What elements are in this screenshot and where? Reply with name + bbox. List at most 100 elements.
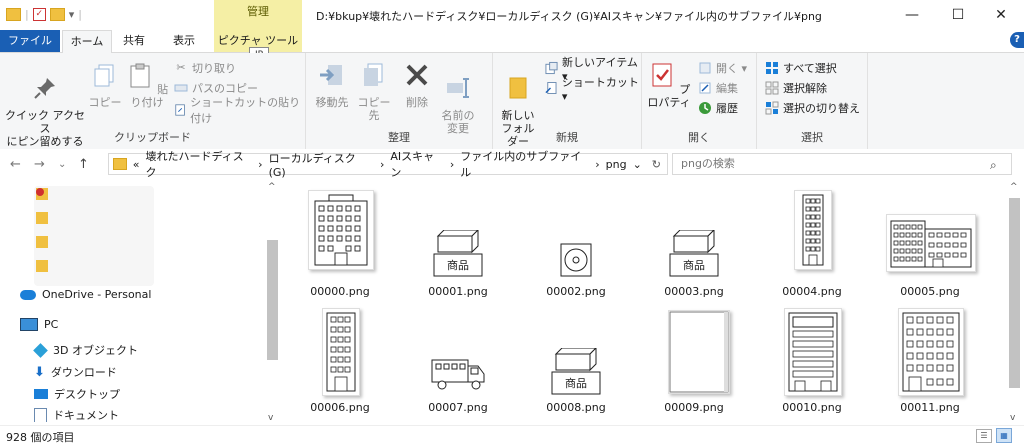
- file-tile[interactable]: 00005.png: [880, 180, 980, 302]
- tab-share[interactable]: 共有: [114, 30, 154, 52]
- tall-building-thumbnail: [322, 308, 360, 396]
- file-tile[interactable]: 00004.png: [762, 180, 862, 302]
- nav-scroll-thumb[interactable]: [267, 240, 278, 360]
- folder-icon[interactable]: [36, 212, 48, 224]
- large-icons-view-icon[interactable]: ▦: [996, 428, 1012, 443]
- properties-check-icon: [652, 63, 672, 87]
- product-label: 商品: [683, 259, 705, 272]
- file-tile[interactable]: 商品 00008.png: [526, 304, 626, 425]
- history-button[interactable]: 履歴: [698, 99, 738, 117]
- ribbon: クイック アクセス にピン留めする コピー 貼り付け ✂ 切り取り パスのコピー …: [0, 53, 1024, 150]
- quick-access-toolbar: | ✓ ▾ |: [6, 8, 82, 21]
- breadcrumb-png[interactable]: png: [606, 158, 627, 171]
- file-tile[interactable]: 商品 00003.png: [644, 180, 744, 302]
- folder-icon[interactable]: [36, 260, 48, 272]
- properties-button[interactable]: プロパティ: [646, 61, 692, 109]
- paste-button[interactable]: 貼り付け: [124, 61, 170, 109]
- select-none-button[interactable]: 選択解除: [765, 79, 827, 97]
- address-bar[interactable]: « 壊れたハードディスク › ローカルディスク (G) › AIスキャン › フ…: [108, 150, 668, 179]
- scissors-icon: ✂: [176, 61, 186, 74]
- qat-dropdown-icon[interactable]: ▾: [69, 8, 75, 21]
- cloud-icon: [20, 289, 36, 300]
- product-box-thumbnail: 商品: [662, 228, 726, 278]
- group-select: すべて選択 選択解除 選択の切り替え 選択: [757, 53, 868, 149]
- content-scrollbar[interactable]: ^ v: [1006, 180, 1023, 425]
- move-to-button[interactable]: 移動先: [312, 61, 352, 109]
- copy-to-button[interactable]: コピー先: [354, 61, 394, 122]
- copy-icon: [94, 64, 114, 87]
- refresh-icon[interactable]: ↻: [652, 158, 667, 171]
- rename-button[interactable]: 名前の 変更: [438, 61, 478, 135]
- details-view-icon[interactable]: ☰: [976, 429, 992, 443]
- nav-scrollbar[interactable]: ^ v: [264, 180, 281, 425]
- file-name: 00000.png: [310, 285, 370, 298]
- maximize-button[interactable]: ☐: [935, 4, 981, 26]
- tab-view[interactable]: 表示: [164, 30, 204, 52]
- file-tile[interactable]: 00006.png: [290, 304, 390, 425]
- new-folder-icon[interactable]: [49, 8, 65, 21]
- nav-label: ダウンロード: [50, 366, 117, 379]
- delete-x-icon: [406, 64, 428, 86]
- file-tile[interactable]: 00011.png: [880, 304, 980, 425]
- paste-shortcut-button[interactable]: ショートカットの貼り付け: [174, 96, 305, 125]
- file-tile[interactable]: 00010.png: [762, 304, 862, 425]
- forward-arrow-icon[interactable]: →: [34, 157, 45, 172]
- minimize-button[interactable]: —: [889, 4, 935, 26]
- open-button[interactable]: 開く ▾: [698, 59, 747, 77]
- group-label-new: 新規: [556, 131, 578, 144]
- new-shortcut-button[interactable]: ショートカット ▾: [545, 76, 641, 103]
- file-list: 00000.png 商品 00001.png 00002.png 商品 0000…: [290, 180, 1004, 425]
- scroll-up-icon[interactable]: ^: [1010, 182, 1018, 192]
- delete-button[interactable]: 削除: [400, 61, 434, 109]
- breadcrumb-drive[interactable]: 壊れたハードディスク: [145, 148, 252, 180]
- help-icon[interactable]: ?: [1010, 32, 1024, 48]
- context-tab-manage[interactable]: 管理: [214, 0, 302, 30]
- breadcrumb-subfile[interactable]: ファイル内のサブファイル: [460, 148, 589, 180]
- product-label: 商品: [565, 377, 587, 390]
- back-arrow-icon[interactable]: ←: [10, 157, 21, 172]
- recent-locations-icon[interactable]: ⌄: [58, 159, 66, 170]
- new-folder-icon: [509, 77, 527, 99]
- group-label-select: 選択: [801, 131, 823, 144]
- file-tile[interactable]: 商品 00001.png: [408, 180, 508, 302]
- wide-building-thumbnail: [886, 214, 976, 272]
- item-count: 928 個の項目: [6, 431, 75, 444]
- up-arrow-icon[interactable]: ↑: [78, 157, 89, 172]
- nav-item-downloads[interactable]: ⬇ ダウンロード: [34, 364, 117, 380]
- cut-button[interactable]: ✂ 切り取り: [174, 59, 236, 77]
- search-input[interactable]: pngの検索: [672, 153, 1012, 175]
- error-badge-icon: [36, 188, 44, 196]
- file-tile[interactable]: 00007.png: [408, 304, 508, 425]
- nav-item-desktop[interactable]: デスクトップ: [34, 386, 120, 402]
- nav-item-onedrive[interactable]: OneDrive - Personal: [20, 288, 151, 301]
- folder-icon[interactable]: [6, 8, 21, 21]
- title-bar: | ✓ ▾ | 管理 D:¥bkup¥壊れたハードディスク¥ローカルディスク (…: [0, 0, 1024, 30]
- close-button[interactable]: ✕: [978, 4, 1024, 26]
- file-tile[interactable]: 00009.png: [644, 304, 744, 425]
- file-tile[interactable]: 00000.png: [290, 180, 390, 302]
- breadcrumb-overflow[interactable]: «: [133, 158, 140, 171]
- scroll-up-icon[interactable]: ^: [268, 182, 276, 192]
- invert-selection-button[interactable]: 選択の切り替え: [765, 99, 860, 117]
- folder-icon[interactable]: [36, 236, 48, 248]
- scroll-down-icon[interactable]: v: [1010, 413, 1015, 423]
- properties-check-icon[interactable]: ✓: [32, 8, 46, 21]
- product-box-thumbnail: 商品: [544, 346, 608, 396]
- select-all-button[interactable]: すべて選択: [765, 59, 837, 77]
- tab-home[interactable]: ホーム: [62, 30, 112, 54]
- content-scroll-thumb[interactable]: [1009, 198, 1020, 388]
- nav-label: PC: [44, 318, 59, 331]
- breadcrumb-ai-scan[interactable]: AIスキャン: [390, 148, 444, 180]
- copy-button[interactable]: コピー: [88, 61, 122, 109]
- nav-label: OneDrive - Personal: [42, 288, 152, 301]
- edit-button[interactable]: 編集: [698, 79, 738, 97]
- tab-file[interactable]: ファイル: [0, 30, 60, 52]
- breadcrumb-local-disk[interactable]: ローカルディスク (G): [269, 150, 374, 179]
- scroll-down-icon[interactable]: v: [268, 413, 273, 423]
- file-name: 00005.png: [900, 285, 960, 298]
- nav-item-documents[interactable]: ドキュメント: [34, 408, 119, 422]
- nav-item-3d-objects[interactable]: 3D オブジェクト: [33, 342, 138, 358]
- file-tile[interactable]: 00002.png: [526, 180, 626, 302]
- address-dropdown-icon[interactable]: ⌄: [633, 158, 646, 171]
- nav-item-pc[interactable]: PC: [20, 318, 58, 331]
